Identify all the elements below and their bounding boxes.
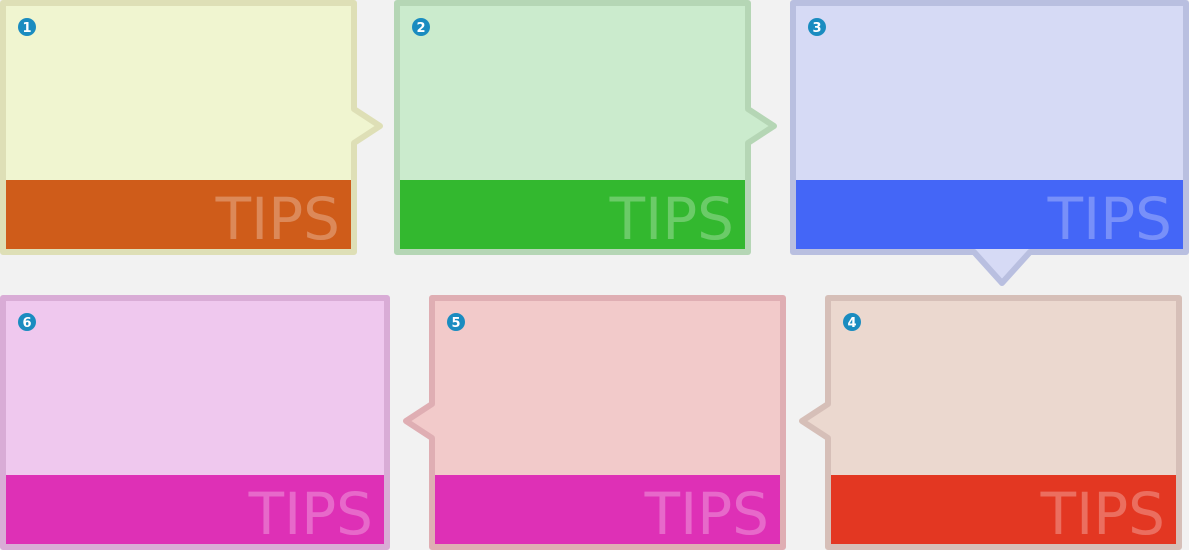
tip-card-graphic: TIPS 3 (790, 0, 1189, 286)
tip-card-2: TIPS 2 (394, 0, 777, 255)
tip-card-4: TIPS 4 (799, 295, 1182, 550)
tips-label: TIPS (1047, 185, 1172, 253)
tip-card-3: TIPS 3 (790, 0, 1189, 286)
step-number: 5 (451, 316, 460, 331)
tip-card-graphic: TIPS 6 (0, 295, 390, 550)
step-number: 4 (847, 316, 856, 331)
tip-card-1: TIPS 1 (0, 0, 383, 255)
tip-card-graphic: TIPS 5 (403, 295, 786, 550)
tips-label: TIPS (1040, 480, 1165, 548)
tip-card-graphic: TIPS 1 (0, 0, 383, 255)
tip-card-6: TIPS 6 (0, 295, 390, 550)
step-number: 1 (22, 21, 31, 36)
tip-card-graphic: TIPS 4 (799, 295, 1182, 550)
tips-label: TIPS (248, 480, 373, 548)
step-number: 6 (22, 316, 31, 331)
tips-diagram-canvas: { "cards": [ {"number": "1", "label": "T… (0, 0, 1189, 550)
tip-card-5: TIPS 5 (403, 295, 786, 550)
step-number: 3 (812, 21, 821, 36)
tip-card-graphic: TIPS 2 (394, 0, 777, 255)
tips-label: TIPS (215, 185, 340, 253)
tips-label: TIPS (644, 480, 769, 548)
step-number: 2 (416, 21, 425, 36)
tips-label: TIPS (609, 185, 734, 253)
